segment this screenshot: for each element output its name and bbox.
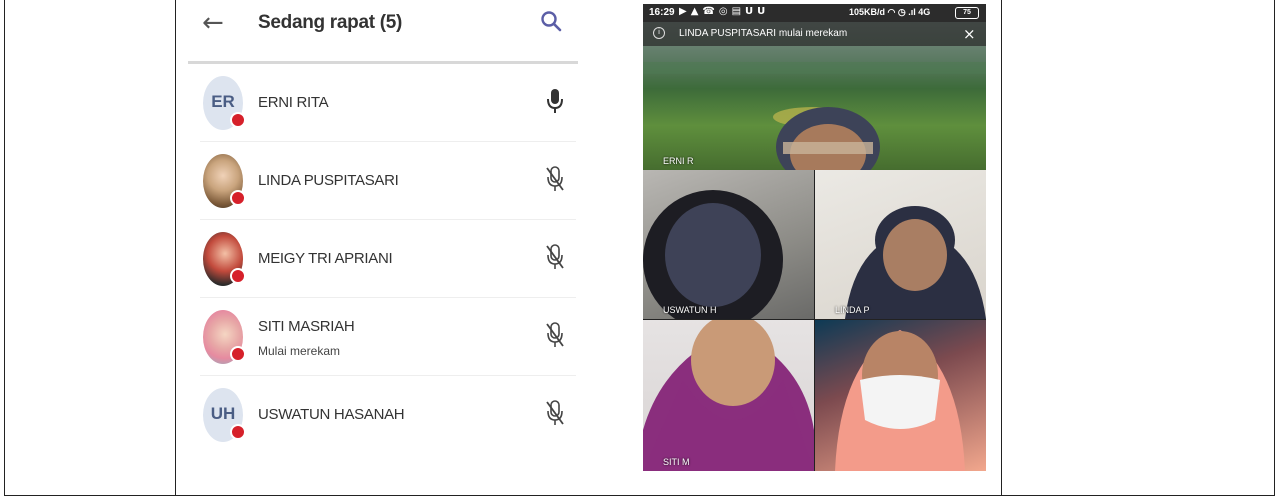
participant-name: SITI MASRIAH <box>258 318 355 335</box>
status-bar: 16:29 ▶▲☎◎▤UU 105KB/d ◠ ◷ .ıl 4G 75 <box>643 4 986 22</box>
divider-left <box>175 0 176 496</box>
participant-row[interactable]: SITI MASRIAH Mulai merekam <box>188 298 580 376</box>
participant-row[interactable]: ER ERNI RITA <box>188 64 580 142</box>
tile-label: SITI M <box>663 457 690 467</box>
video-frame <box>643 320 814 471</box>
page-title: Sedang rapat (5) <box>258 12 403 33</box>
search-icon[interactable] <box>540 10 562 32</box>
divider-right <box>1001 0 1002 496</box>
recording-dot <box>230 190 246 206</box>
status-time: 16:29 <box>649 7 675 18</box>
mic-off-icon[interactable] <box>546 244 564 270</box>
video-frame <box>845 206 986 319</box>
mic-off-icon[interactable] <box>546 322 564 348</box>
video-tile[interactable]: LINDA P <box>815 170 986 319</box>
network-speed: 105KB/d ◠ ◷ .ıl 4G <box>849 7 931 17</box>
mic-off-icon[interactable] <box>546 166 564 192</box>
video-frame <box>643 190 783 319</box>
recording-banner: i LINDA PUSPITASARI mulai merekam × <box>643 22 986 46</box>
recording-dot <box>230 424 246 440</box>
participant-name: ERNI RITA <box>258 94 329 111</box>
panel-header: ← Sedang rapat (5) <box>188 0 580 60</box>
participant-status: Mulai merekam <box>258 344 341 358</box>
info-icon: i <box>653 27 665 39</box>
video-tile[interactable]: USWATUN H <box>643 170 814 319</box>
tile-label: LINDA P <box>835 305 870 315</box>
participants-panel: ← Sedang rapat (5) ER ERNI RITA LINDA PU… <box>188 0 580 470</box>
video-call-screen: ERNI R USWATUN H LINDA P SITI M 16:29 ▶▲… <box>643 4 986 471</box>
participant-row[interactable]: MEIGY TRI APRIANI <box>188 220 580 298</box>
arrow-left-icon[interactable]: ← <box>202 8 224 38</box>
participant-row[interactable]: LINDA PUSPITASARI <box>188 142 580 220</box>
video-tile[interactable]: SITI M <box>643 320 814 471</box>
close-icon[interactable]: × <box>963 25 976 43</box>
mic-off-icon[interactable] <box>546 400 564 426</box>
notification-icons: ▶▲☎◎▤UU <box>679 6 770 17</box>
participant-name: USWATUN HASANAH <box>258 406 405 423</box>
participant-row[interactable]: UH USWATUN HASANAH <box>188 376 580 454</box>
tile-label: ERNI R <box>663 156 694 166</box>
recording-message: LINDA PUSPITASARI mulai merekam <box>679 28 848 39</box>
recording-dot <box>230 268 246 284</box>
tile-label: USWATUN H <box>663 305 717 315</box>
recording-dot <box>230 346 246 362</box>
mic-on-icon[interactable] <box>546 88 564 114</box>
recording-dot <box>230 112 246 128</box>
video-tile[interactable] <box>815 320 986 471</box>
participant-name: MEIGY TRI APRIANI <box>258 250 393 267</box>
participant-name: LINDA PUSPITASARI <box>258 172 399 189</box>
battery-icon: 75 <box>955 7 979 19</box>
video-frame <box>835 330 965 471</box>
